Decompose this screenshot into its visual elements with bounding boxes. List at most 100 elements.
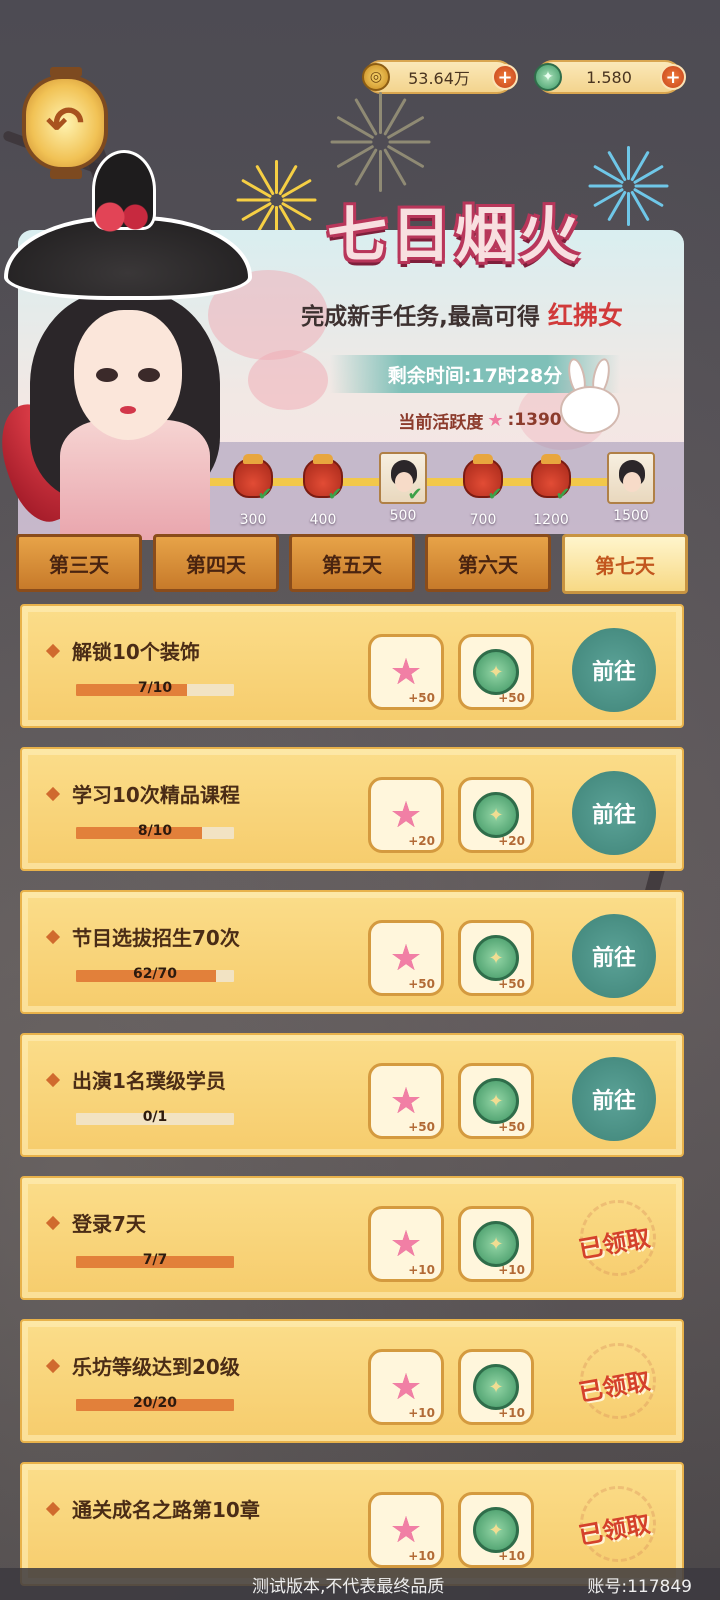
firework-decoration — [330, 92, 430, 192]
go-button[interactable]: 前往 — [572, 771, 656, 855]
task-progress-text: 0/1 — [142, 1109, 168, 1125]
star-reward-amount: +20 — [408, 834, 435, 848]
subtitle-highlight: 红拂女 — [547, 301, 623, 330]
task-progress-text: 7/7 — [142, 1252, 168, 1268]
claimed-stamp: 已领取 — [562, 1196, 666, 1286]
event-title-wrap: 七日烟火 — [290, 190, 620, 271]
activity-label: 当前活跃度 — [398, 412, 484, 433]
milestone-7[interactable]: 1500 — [606, 452, 656, 524]
character-portrait-icon — [607, 452, 655, 504]
jade-reward[interactable]: ✦ +10 — [458, 1492, 534, 1568]
coin-amount: 53.64万 — [408, 69, 470, 88]
go-button[interactable]: 前往 — [572, 914, 656, 998]
milestone-label: 500 — [389, 508, 417, 524]
task-progress-text: 62/70 — [132, 966, 178, 982]
jade-icon: ✦ — [473, 935, 519, 981]
task-title: 通关成名之路第10章 — [72, 1498, 260, 1522]
subtitle-prefix: 完成新手任务,最高可得 — [301, 304, 540, 330]
star-reward-amount: +10 — [408, 1406, 435, 1420]
jade-reward[interactable]: ✦ +10 — [458, 1349, 534, 1425]
milestone-3[interactable]: ✔ 400 — [298, 454, 348, 528]
tab-day-3[interactable]: 第三天 — [16, 534, 142, 592]
star-reward-amount: +10 — [408, 1549, 435, 1563]
jade-reward-amount: +10 — [498, 1406, 525, 1420]
star-icon: ★ — [389, 1366, 423, 1408]
milestone-5[interactable]: ✔ 700 — [458, 454, 508, 528]
star-icon: ★ — [389, 1223, 423, 1265]
jade-reward-amount: +50 — [498, 1120, 525, 1134]
star-icon: ★ — [389, 651, 423, 693]
add-jade-button[interactable]: + — [660, 64, 686, 90]
day-tabs: 第三天 第四天 第五天 第六天 第七天 — [16, 534, 688, 596]
check-icon: ✔ — [257, 484, 273, 505]
activity-value: :1390 — [507, 410, 562, 430]
milestone-4[interactable]: ✔ 500 — [378, 452, 428, 524]
task-progress-text: 7/10 — [137, 680, 173, 696]
back-arrow-icon: ↶ — [45, 96, 85, 150]
jade-reward[interactable]: ✦ +50 — [458, 634, 534, 710]
task-title: 解锁10个装饰 — [72, 640, 200, 664]
jade-reward[interactable]: ✦ +50 — [458, 1063, 534, 1139]
star-reward[interactable]: ★ +50 — [368, 1063, 444, 1139]
claimed-stamp: 已领取 — [562, 1339, 666, 1429]
bullet-icon — [45, 1358, 61, 1374]
bullet-icon — [45, 786, 61, 802]
jade-icon: ✦ — [473, 1364, 519, 1410]
star-reward[interactable]: ★ +10 — [368, 1349, 444, 1425]
task-title: 节目选拔招生70次 — [72, 926, 240, 950]
star-reward[interactable]: ★ +10 — [368, 1206, 444, 1282]
claimed-stamp: 已领取 — [562, 1482, 666, 1572]
check-icon: ✔ — [327, 484, 343, 505]
jade-reward-amount: +50 — [498, 691, 525, 705]
milestone-label: 1500 — [613, 508, 649, 524]
bullet-icon — [45, 643, 61, 659]
jade-icon: ✦ — [473, 649, 519, 695]
tab-day-5[interactable]: 第五天 — [289, 534, 415, 592]
go-button[interactable]: 前往 — [572, 1057, 656, 1141]
jade-reward-amount: +50 — [498, 977, 525, 991]
task-card: 登录7天 7/7 ★ +10 ✦ +10 已领取 — [20, 1176, 684, 1300]
task-card: 乐坊等级达到20级 20/20 ★ +10 ✦ +10 已领取 — [20, 1319, 684, 1443]
jade-reward-amount: +20 — [498, 834, 525, 848]
jade-reward[interactable]: ✦ +20 — [458, 777, 534, 853]
star-reward[interactable]: ★ +50 — [368, 634, 444, 710]
star-reward-amount: +10 — [408, 1263, 435, 1277]
jade-reward[interactable]: ✦ +50 — [458, 920, 534, 996]
star-reward[interactable]: ★ +10 — [368, 1492, 444, 1568]
milestone-label: 700 — [469, 512, 497, 528]
bullet-icon — [45, 1215, 61, 1231]
jade-reward[interactable]: ✦ +10 — [458, 1206, 534, 1282]
milestone-label: 1200 — [533, 512, 569, 528]
task-progress-text: 20/20 — [132, 1395, 178, 1411]
go-button[interactable]: 前往 — [572, 628, 656, 712]
star-reward[interactable]: ★ +50 — [368, 920, 444, 996]
bunny-mascot — [555, 356, 625, 438]
tab-day-4[interactable]: 第四天 — [153, 534, 279, 592]
milestone-6[interactable]: ✔ 1200 — [526, 454, 576, 528]
add-coins-button[interactable]: + — [492, 64, 518, 90]
star-icon: ★ — [389, 1080, 423, 1122]
star-reward-amount: +50 — [408, 691, 435, 705]
tab-day-6[interactable]: 第六天 — [425, 534, 551, 592]
jade-icon: ✦ — [473, 792, 519, 838]
star-icon: ★ — [487, 409, 504, 431]
footer-bar: 测试版本,不代表最终品质 账号:117849 — [0, 1568, 720, 1600]
jade-reward-amount: +10 — [498, 1549, 525, 1563]
task-title: 登录7天 — [72, 1212, 146, 1236]
milestone-label: 400 — [309, 512, 337, 528]
account-id: 账号:117849 — [587, 1577, 692, 1597]
check-icon: ✔ — [555, 484, 571, 505]
character-illustration — [0, 150, 252, 540]
coin-icon: ◎ — [362, 63, 390, 91]
star-icon: ★ — [389, 937, 423, 979]
task-title: 乐坊等级达到20级 — [72, 1355, 240, 1379]
jade-counter: ✦ 1.580 + — [534, 60, 686, 94]
jade-icon: ✦ — [473, 1507, 519, 1553]
jade-reward-amount: +10 — [498, 1263, 525, 1277]
task-card: 解锁10个装饰 7/10 ★ +50 ✦ +50 前往 — [20, 604, 684, 728]
task-card: 学习10次精品课程 8/10 ★ +20 ✦ +20 前往 — [20, 747, 684, 871]
jade-icon: ✦ — [473, 1078, 519, 1124]
tab-day-7[interactable]: 第七天 — [562, 534, 688, 594]
star-reward[interactable]: ★ +20 — [368, 777, 444, 853]
version-notice: 测试版本,不代表最终品质 — [252, 1577, 445, 1597]
